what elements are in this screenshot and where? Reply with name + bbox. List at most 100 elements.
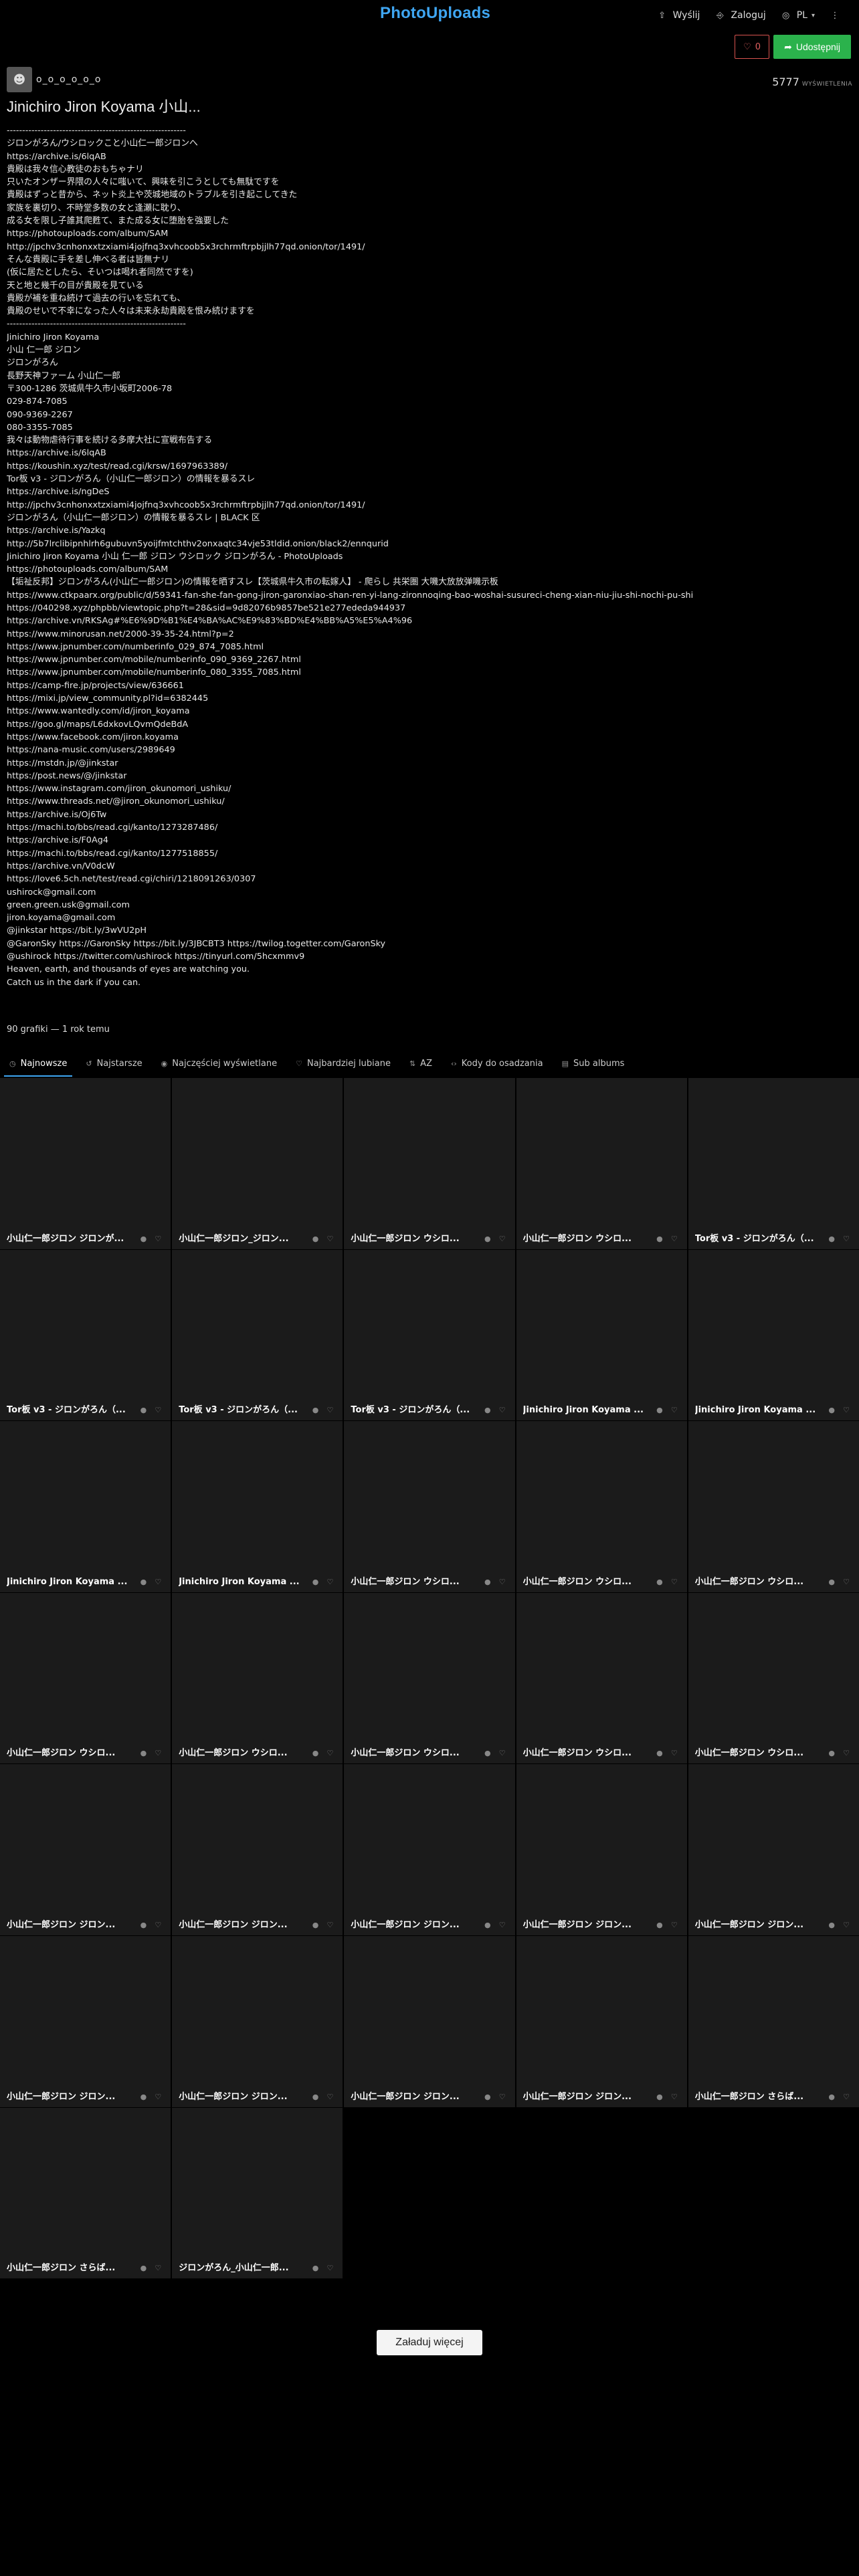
- image-tile[interactable]: 小山仁一郎ジロン ジロン... ● ♡: [688, 1764, 859, 1935]
- description-line[interactable]: https://archive.is/ngDeS: [7, 486, 850, 498]
- tab-najstarsze[interactable]: ↺ Najstarsze: [76, 1049, 151, 1078]
- heart-icon[interactable]: ♡: [499, 1406, 506, 1414]
- description-line[interactable]: https://photouploads.com/album/SAM: [7, 227, 850, 240]
- heart-icon[interactable]: ♡: [327, 1749, 334, 1757]
- tab-najnowsze[interactable]: ◷ Najnowsze: [0, 1049, 76, 1078]
- description-line[interactable]: @GaronSky https://GaronSky https://bit.l…: [7, 938, 850, 950]
- image-tile[interactable]: 小山仁一郎ジロン ジロン... ● ♡: [172, 1935, 343, 2107]
- description-line[interactable]: https://archive.is/6lqAB: [7, 447, 850, 459]
- tab-najbardziej-lubiane[interactable]: ♡ Najbardziej lubiane: [286, 1049, 400, 1078]
- heart-icon[interactable]: ♡: [327, 2092, 334, 2101]
- description-line[interactable]: https://www.instagram.com/jiron_okunomor…: [7, 782, 850, 795]
- description-line[interactable]: ushirock@gmail.com: [7, 886, 850, 899]
- heart-icon[interactable]: ♡: [327, 2264, 334, 2272]
- description-line[interactable]: https://photouploads.com/album/SAM: [7, 563, 850, 576]
- heart-icon[interactable]: ♡: [327, 1921, 334, 1929]
- image-tile[interactable]: 小山仁一郎ジロン ジロン... ● ♡: [516, 1935, 687, 2107]
- heart-icon[interactable]: ♡: [499, 1235, 506, 1243]
- heart-icon[interactable]: ♡: [843, 1921, 850, 1929]
- heart-icon[interactable]: ♡: [843, 1749, 850, 1757]
- description-line[interactable]: https://machi.to/bbs/read.cgi/kanto/1277…: [7, 847, 850, 860]
- description-line[interactable]: https://040298.xyz/phpbb/viewtopic.php?t…: [7, 602, 850, 615]
- share-button[interactable]: ➦ Udostępnij: [773, 35, 851, 59]
- heart-icon[interactable]: ♡: [155, 1406, 161, 1414]
- owner-username[interactable]: o_o_o_o_o_o: [36, 74, 101, 85]
- heart-icon[interactable]: ♡: [671, 1406, 678, 1414]
- like-button[interactable]: ♡ 0: [735, 35, 770, 59]
- more-menu-button[interactable]: ⋮: [830, 11, 846, 21]
- image-tile[interactable]: 小山仁一郎ジロン ウシロ... ● ♡: [688, 1421, 859, 1592]
- image-tile[interactable]: Jinichiro Jiron Koyama ... ● ♡: [172, 1421, 343, 1592]
- image-tile[interactable]: 小山仁一郎ジロン ジロンが... ● ♡: [0, 1078, 171, 1249]
- heart-icon[interactable]: ♡: [327, 1235, 334, 1243]
- image-tile[interactable]: 小山仁一郎ジロン ウシロ... ● ♡: [344, 1592, 515, 1764]
- load-more-button[interactable]: Załaduj więcej: [377, 2330, 482, 2355]
- description-line[interactable]: https://camp-fire.jp/projects/view/63666…: [7, 679, 850, 692]
- image-tile[interactable]: Jinichiro Jiron Koyama ... ● ♡: [516, 1249, 687, 1421]
- heart-icon[interactable]: ♡: [155, 1921, 161, 1929]
- heart-icon[interactable]: ♡: [499, 1578, 506, 1586]
- heart-icon[interactable]: ♡: [327, 1406, 334, 1414]
- image-tile[interactable]: Tor板 v3 - ジロンがろん（... ● ♡: [688, 1078, 859, 1249]
- heart-icon[interactable]: ♡: [155, 2092, 161, 2101]
- description-line[interactable]: http://jpchv3cnhonxxtzxiami4jojfnq3xvhco…: [7, 241, 850, 253]
- site-logo[interactable]: PhotoUploads: [380, 4, 490, 23]
- heart-icon[interactable]: ♡: [671, 1921, 678, 1929]
- heart-icon[interactable]: ♡: [155, 1235, 161, 1243]
- description-line[interactable]: https://archive.is/Oj6Tw: [7, 809, 850, 821]
- description-line[interactable]: green.green.usk@gmail.com: [7, 899, 850, 911]
- description-line[interactable]: https://nana-music.com/users/2989649: [7, 744, 850, 756]
- image-tile[interactable]: Tor板 v3 - ジロンがろん（... ● ♡: [0, 1249, 171, 1421]
- image-tile[interactable]: 小山仁一郎ジロン ウシロ... ● ♡: [0, 1592, 171, 1764]
- description-line[interactable]: @jinkstar https://bit.ly/3wVU2pH: [7, 924, 850, 937]
- description-line[interactable]: https://www.ctkpaarx.org/public/d/59341-…: [7, 589, 850, 602]
- description-line[interactable]: https://mixi.jp/view_community.pl?id=638…: [7, 692, 850, 705]
- description-line[interactable]: https://mstdn.jp/@jinkstar: [7, 757, 850, 770]
- heart-icon[interactable]: ♡: [671, 1578, 678, 1586]
- description-line[interactable]: https://machi.to/bbs/read.cgi/kanto/1273…: [7, 821, 850, 834]
- description-line[interactable]: https://www.wantedly.com/id/jiron_koyama: [7, 705, 850, 718]
- image-tile[interactable]: 小山仁一郎ジロン ジロン... ● ♡: [172, 1764, 343, 1935]
- login-button[interactable]: ⎆ Zaloguj: [714, 10, 765, 21]
- heart-icon[interactable]: ♡: [671, 1749, 678, 1757]
- heart-icon[interactable]: ♡: [671, 1235, 678, 1243]
- image-tile[interactable]: 小山仁一郎ジロン ウシロ... ● ♡: [516, 1421, 687, 1592]
- heart-icon[interactable]: ♡: [499, 1749, 506, 1757]
- image-tile[interactable]: 小山仁一郎ジロン さらば... ● ♡: [688, 1935, 859, 2107]
- image-tile[interactable]: 小山仁一郎ジロン ジロン... ● ♡: [516, 1764, 687, 1935]
- image-tile[interactable]: 小山仁一郎ジロン ウシロ... ● ♡: [516, 1592, 687, 1764]
- description-line[interactable]: https://www.threads.net/@jiron_okunomori…: [7, 795, 850, 808]
- image-tile[interactable]: Tor板 v3 - ジロンがろん（... ● ♡: [172, 1249, 343, 1421]
- description-line[interactable]: https://www.jpnumber.com/mobile/numberin…: [7, 653, 850, 666]
- heart-icon[interactable]: ♡: [843, 1235, 850, 1243]
- image-tile[interactable]: 小山仁一郎ジロン ウシロ... ● ♡: [172, 1592, 343, 1764]
- description-line[interactable]: jiron.koyama@gmail.com: [7, 911, 850, 924]
- upload-button[interactable]: ⇧ Wyślij: [657, 10, 700, 21]
- tab-najcz-ciej-wy-wietlane[interactable]: ◉ Najczęściej wyświetlane: [152, 1049, 286, 1078]
- description-line[interactable]: https://www.jpnumber.com/mobile/numberin…: [7, 666, 850, 679]
- image-tile[interactable]: 小山仁一郎ジロン ウシロ... ● ♡: [688, 1592, 859, 1764]
- heart-icon[interactable]: ♡: [155, 2264, 161, 2272]
- description-line[interactable]: https://archive.vn/V0dcW: [7, 860, 850, 873]
- description-line[interactable]: https://goo.gl/maps/L6dxkovLQvmQdeBdA: [7, 718, 850, 731]
- image-tile[interactable]: 小山仁一郎ジロン ウシロ... ● ♡: [344, 1078, 515, 1249]
- description-line[interactable]: https://archive.is/Yazkq: [7, 524, 850, 537]
- image-tile[interactable]: 小山仁一郎ジロン ジロン... ● ♡: [0, 1764, 171, 1935]
- avatar[interactable]: ☻: [7, 67, 32, 92]
- image-tile[interactable]: Tor板 v3 - ジロンがろん（... ● ♡: [344, 1249, 515, 1421]
- description-line[interactable]: https://www.facebook.com/jiron.koyama: [7, 731, 850, 744]
- description-line[interactable]: https://archive.is/6lqAB: [7, 150, 850, 163]
- heart-icon[interactable]: ♡: [843, 2092, 850, 2101]
- image-tile[interactable]: Jinichiro Jiron Koyama ... ● ♡: [0, 1421, 171, 1592]
- description-line[interactable]: https://koushin.xyz/test/read.cgi/krsw/1…: [7, 460, 850, 473]
- description-line[interactable]: https://www.minorusan.net/2000-39-35-24.…: [7, 628, 850, 641]
- description-line[interactable]: https://www.jpnumber.com/numberinfo_029_…: [7, 641, 850, 653]
- image-tile[interactable]: 小山仁一郎ジロン ジロン... ● ♡: [0, 1935, 171, 2107]
- tab-az[interactable]: ⇅ AZ: [400, 1049, 442, 1078]
- description-line[interactable]: https://love6.5ch.net/test/read.cgi/chir…: [7, 873, 850, 885]
- heart-icon[interactable]: ♡: [843, 1406, 850, 1414]
- heart-icon[interactable]: ♡: [499, 1921, 506, 1929]
- heart-icon[interactable]: ♡: [155, 1749, 161, 1757]
- image-tile[interactable]: 小山仁一郎ジロン さらば... ● ♡: [0, 2107, 171, 2279]
- description-line[interactable]: https://archive.vn/RKSAg#%E6%9D%B1%E4%BA…: [7, 615, 850, 627]
